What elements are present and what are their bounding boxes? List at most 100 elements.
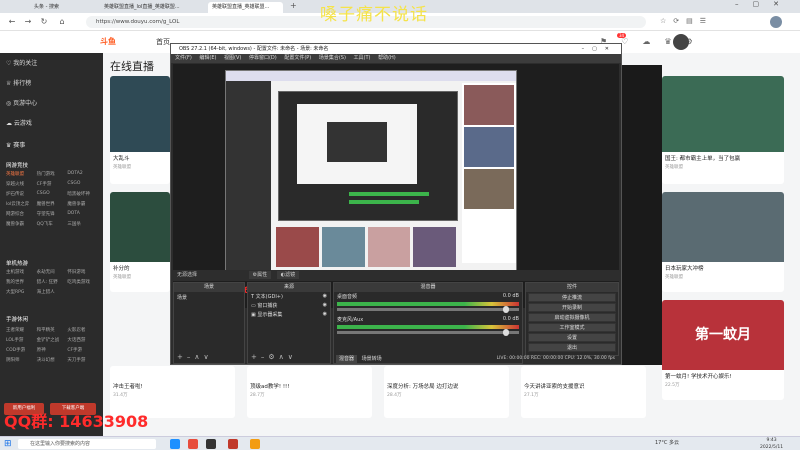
menu-docks[interactable]: 停靠窗口(D) — [249, 55, 277, 61]
stream-card[interactable]: 顶级ad教学! !!! 28.7万 — [247, 366, 372, 418]
studio-mode-button[interactable]: 工作室模式 — [528, 323, 616, 332]
menu-file[interactable]: 文件(F) — [175, 55, 192, 61]
settings-button[interactable]: 设置 — [528, 333, 616, 342]
category-link[interactable]: 原神 — [37, 347, 68, 353]
category-link[interactable]: 魔兽争霸 — [6, 221, 37, 227]
eye-icon[interactable]: ◉ — [323, 293, 327, 299]
start-icon[interactable]: ⊞ — [4, 439, 12, 449]
source-controls[interactable]: +–⚙∧∨ — [251, 353, 297, 361]
category-link[interactable]: 猎人: 狂野 — [37, 279, 68, 285]
category-link[interactable]: CSGO — [37, 191, 68, 197]
source-item-display[interactable]: ▣ 显示器采集 ◉ — [248, 310, 330, 319]
back-icon[interactable]: ← — [6, 16, 18, 28]
scene-item[interactable]: 场景 — [174, 292, 244, 303]
obs-taskbar-icon[interactable] — [206, 439, 216, 449]
category-link[interactable]: 魔兽争霸 — [67, 201, 98, 207]
new-tab-icon[interactable]: + — [290, 1, 297, 10]
menu-edit[interactable]: 编辑(E) — [199, 55, 216, 61]
category-link[interactable]: 穿越火线 — [6, 181, 37, 187]
category-link[interactable]: CSGO — [67, 181, 98, 187]
menu-help[interactable]: 帮助(H) — [378, 55, 396, 61]
category-link[interactable]: DOTA — [67, 211, 98, 217]
category-link[interactable]: 怀旧游戏 — [67, 269, 98, 275]
taskbar-search-input[interactable]: 在这里输入你要搜索的内容 — [18, 439, 156, 449]
menu-scene-collection[interactable]: 场景集合(S) — [319, 55, 346, 61]
category-link[interactable]: 和平精英 — [37, 327, 68, 333]
volume-slider[interactable] — [337, 329, 519, 336]
site-logo[interactable]: 斗鱼 — [100, 35, 134, 49]
filters-button[interactable]: ◐滤镜 — [276, 271, 300, 279]
category-link[interactable]: 海上猎人 — [37, 289, 68, 295]
stream-card[interactable]: 今天讲讲亚索的支援意识 27.1万 — [521, 366, 646, 418]
browser-toolbar-icons[interactable]: ☆⟳▤☰ — [660, 17, 713, 25]
category-link[interactable]: CF手游 — [37, 181, 68, 187]
sidebar-item-rank[interactable]: ♕ 排行榜 — [6, 77, 31, 91]
start-recording-button[interactable]: 开始录制 — [528, 303, 616, 312]
weather-widget[interactable]: 17°C 多云 — [655, 439, 679, 446]
nav-home[interactable]: 首页 — [156, 37, 170, 47]
stream-card[interactable]: 第一蚊月 第一蚊月! 学技术开心娱乐! 22.5万 — [662, 300, 784, 400]
category-link[interactable]: 英雄联盟 — [6, 171, 37, 177]
source-item-text[interactable]: T 文本(GDI+) ◉ — [248, 292, 330, 301]
category-link[interactable]: 永劫无间 — [37, 269, 68, 275]
window-controls[interactable]: –▢✕ — [735, 0, 793, 8]
category-link[interactable]: 网游综合 — [6, 211, 37, 217]
sidebar-item-webgames[interactable]: ◎ 页游中心 — [6, 97, 37, 111]
category-link[interactable]: 决斗幻想 — [37, 357, 68, 363]
category-link[interactable]: 大话西游 — [67, 337, 98, 343]
source-item-window[interactable]: ▭ 窗口捕获 ◉ — [248, 301, 330, 310]
stream-card[interactable]: 补分的 英雄联盟 — [110, 192, 170, 292]
stream-card[interactable]: 大乱斗 英雄联盟 — [110, 76, 170, 184]
category-link[interactable]: 我的世界 — [6, 279, 37, 285]
eye-icon[interactable]: ◉ — [323, 302, 327, 308]
browser-tab[interactable]: 英雄联盟直播_lol直播_英雄联盟... — [100, 2, 205, 13]
app-icon[interactable] — [228, 439, 238, 449]
category-link[interactable]: QQ飞车 — [37, 221, 68, 227]
category-link[interactable]: 大型RPG — [6, 289, 37, 295]
tab-transitions[interactable]: 场景转场 — [359, 355, 385, 363]
tab-mixer[interactable]: 混音器 — [336, 355, 358, 363]
volume-slider[interactable] — [337, 306, 519, 313]
category-link[interactable]: COD手游 — [6, 347, 37, 353]
menu-profile[interactable]: 配置文件(P) — [284, 55, 311, 61]
stream-card[interactable]: 国王: 都市霸主上单，当了包赢 英雄联盟 — [662, 76, 784, 184]
category-link[interactable]: 主机游戏 — [6, 269, 37, 275]
category-link[interactable]: 天刀手游 — [67, 357, 98, 363]
category-link[interactable]: 三国杀 — [67, 221, 98, 227]
refresh-icon[interactable]: ↻ — [38, 16, 50, 28]
category-link[interactable]: 火影忍者 — [67, 327, 98, 333]
home-icon[interactable]: ⌂ — [56, 16, 68, 28]
exit-button[interactable]: 退出 — [528, 343, 616, 352]
category-link[interactable]: 魔兽世界 — [37, 201, 68, 207]
obs-window-controls[interactable]: –▢✕ — [582, 44, 617, 54]
category-link[interactable]: 暗黑破坏神 — [67, 191, 98, 197]
category-link[interactable]: 王者荣耀 — [6, 327, 37, 333]
stop-streaming-button[interactable]: 停止推流 — [528, 293, 616, 302]
edge-icon[interactable] — [170, 439, 180, 449]
profile-avatar[interactable] — [770, 16, 782, 28]
category-link[interactable]: 金铲铲之战 — [37, 337, 68, 343]
scene-controls[interactable]: +–∧∨ — [177, 353, 213, 361]
sidebar-item-cloudgame[interactable]: ☁ 云游戏 — [6, 117, 32, 131]
category-link[interactable]: 炉石传说 — [6, 191, 37, 197]
category-link[interactable]: CF手游 — [67, 347, 98, 353]
browser-tab[interactable]: 头条 - 搜索 — [30, 2, 92, 13]
browser-tab-active[interactable]: 英雄联盟直播_英雄联盟... — [208, 2, 283, 13]
sidebar-item-follow[interactable]: ♡ 我的关注 — [6, 57, 37, 71]
forward-icon[interactable]: → — [22, 16, 34, 28]
menu-tools[interactable]: 工具(T) — [354, 55, 371, 61]
properties-button[interactable]: ⚙属性 — [248, 271, 272, 279]
user-avatar[interactable] — [673, 34, 689, 50]
stream-card[interactable]: 日本玩家大冲榜 英雄联盟 — [662, 192, 784, 292]
category-link[interactable]: 守望先锋 — [37, 211, 68, 217]
category-link[interactable]: 热门游戏 — [37, 171, 68, 177]
eye-icon[interactable]: ◉ — [323, 311, 327, 317]
category-link[interactable]: LOL手游 — [6, 337, 37, 343]
category-link[interactable]: 阴阳师 — [6, 357, 37, 363]
clock[interactable]: 9:43 2022/5/11 — [760, 437, 783, 451]
category-link[interactable]: 吃鸡类游戏 — [67, 279, 98, 285]
folder-icon[interactable] — [250, 439, 260, 449]
app-icon[interactable] — [188, 439, 198, 449]
menu-view[interactable]: 视图(V) — [224, 55, 241, 61]
sidebar-item-events[interactable]: ♛ 赛事 — [6, 139, 25, 153]
